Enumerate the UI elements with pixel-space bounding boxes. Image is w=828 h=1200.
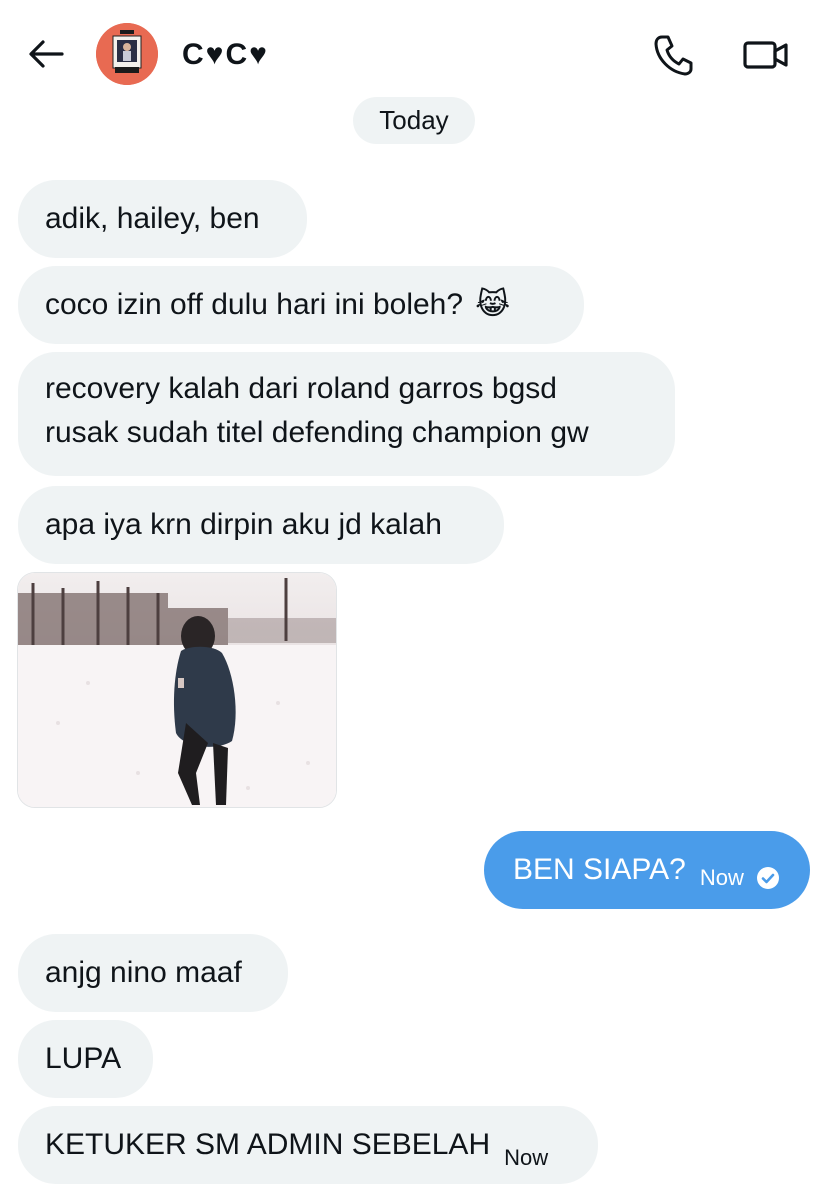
message-bubble[interactable]: LUPA	[18, 1020, 153, 1098]
message-text: KETUKER SM ADMIN SEBELAH	[45, 1128, 491, 1161]
message-text: BEN SIAPA?	[513, 853, 686, 886]
crying-laughing-cat-emoji-icon: 😹	[475, 288, 511, 321]
message-timestamp: Now	[699, 865, 744, 890]
video-call-button[interactable]	[738, 30, 794, 80]
chat-header: C♥C♥	[0, 0, 828, 100]
sent-message-bubble[interactable]: BEN SIAPA? Now	[484, 831, 810, 909]
message-text: coco izin off dulu hari ini boleh?	[45, 288, 464, 321]
back-button[interactable]	[24, 34, 68, 74]
contact-name[interactable]: C♥C♥	[182, 38, 269, 72]
gif-attachment[interactable]	[17, 572, 337, 808]
message-text-line: recovery kalah dari roland garros bgsd	[45, 372, 557, 405]
message-timestamp: Now	[504, 1145, 549, 1170]
message-text: LUPA	[45, 1042, 122, 1075]
message-text: adik, hailey, ben	[45, 202, 260, 235]
message-text: apa iya krn dirpin aku jd kalah	[45, 508, 442, 541]
video-camera-icon	[743, 41, 788, 69]
check-circle-icon	[756, 867, 779, 889]
message-text-line: rusak sudah titel defending champion gw	[45, 416, 589, 449]
message-bubble[interactable]: anjg nino maaf	[18, 934, 288, 1012]
phone-icon	[654, 35, 693, 76]
arrow-left-icon	[29, 40, 64, 68]
avatar[interactable]	[96, 23, 158, 85]
message-bubble[interactable]: apa iya krn dirpin aku jd kalah	[18, 486, 504, 564]
message-bubble[interactable]: coco izin off dulu hari ini boleh? 😹	[18, 266, 584, 344]
message-bubble[interactable]: KETUKER SM ADMIN SEBELAH Now	[18, 1106, 598, 1184]
voice-call-button[interactable]	[648, 30, 698, 80]
date-separator: Today	[353, 97, 475, 144]
message-bubble[interactable]: recovery kalah dari roland garros bgsd r…	[18, 352, 675, 476]
message-text: anjg nino maaf	[45, 956, 242, 989]
message-bubble[interactable]: adik, hailey, ben	[18, 180, 307, 258]
